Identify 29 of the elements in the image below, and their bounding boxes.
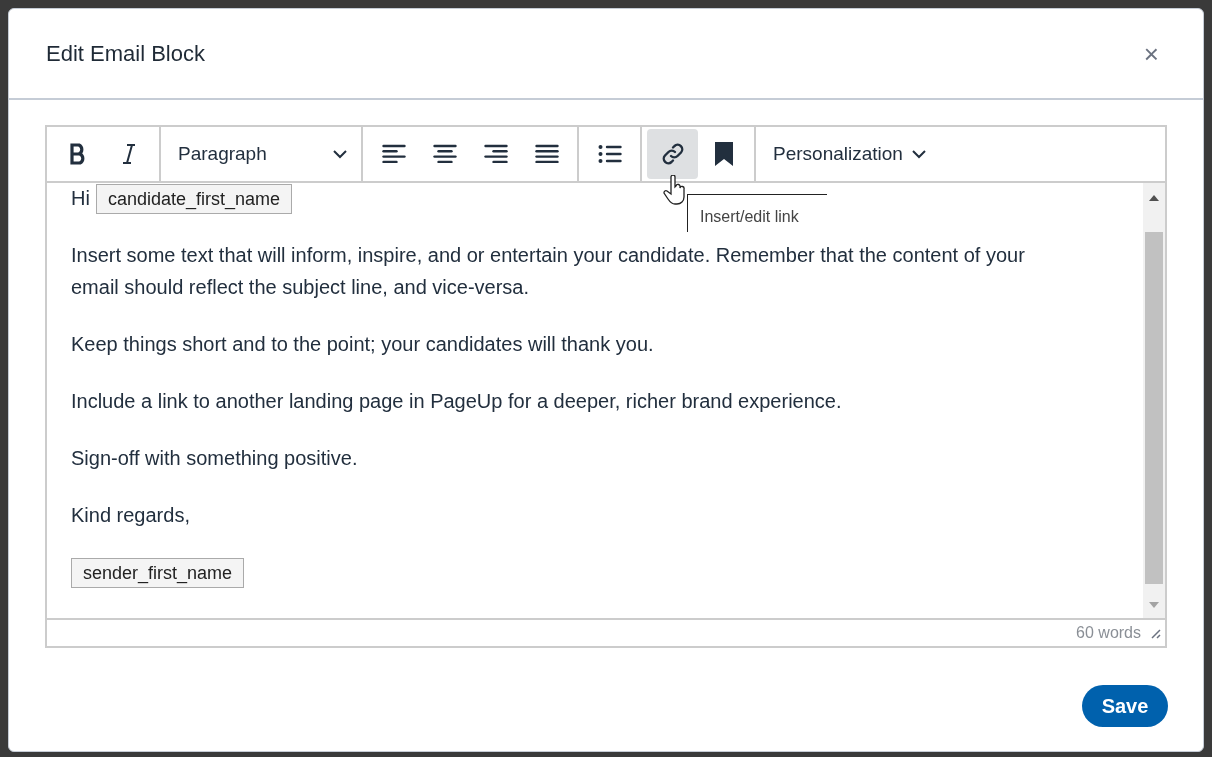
greeting-text: Hi xyxy=(71,187,90,209)
link-icon xyxy=(660,142,685,166)
link-button[interactable] xyxy=(647,129,698,179)
paragraph: Keep things short and to the point; your candidates will thank you. xyxy=(71,332,654,357)
paragraph: Include a link to another landing page in PageUp for a deeper, richer brand experience. xyxy=(71,389,842,414)
chevron-down-icon xyxy=(910,149,927,159)
paragraph: Kind regards, xyxy=(71,503,190,528)
align-left-icon xyxy=(381,143,406,165)
align-center-icon xyxy=(432,143,457,165)
save-button[interactable]: Save xyxy=(1082,685,1168,727)
paragraph: Insert some text that will inform, inspire, and or entertain your candidate. Remember that the content of your email should reflect the subject line, and vice-versa. xyxy=(71,243,1026,300)
scroll-down-icon xyxy=(1149,602,1159,608)
paragraph: Sign-off with something positive. xyxy=(71,446,358,471)
dialog-title: Edit Email Block xyxy=(46,40,205,68)
bookmark-icon xyxy=(713,141,734,167)
close-button[interactable]: × xyxy=(1143,40,1159,67)
align-justify-icon xyxy=(534,143,559,165)
align-right-icon xyxy=(483,143,508,165)
merge-field-tag: sender_first_name xyxy=(71,558,245,588)
bullet-list-icon xyxy=(597,143,622,165)
word-count: 60 words xyxy=(1076,623,1141,643)
tooltip: Insert/edit link xyxy=(687,194,827,232)
chevron-down-icon xyxy=(332,149,348,159)
paragraph-dropdown[interactable]: Paragraph xyxy=(166,131,356,177)
merge-field-tag: candidate_first_name xyxy=(95,184,292,214)
resize-handle-icon[interactable] xyxy=(1149,627,1161,639)
personalization-menu[interactable]: Personalization xyxy=(761,131,935,177)
scroll-up-icon xyxy=(1149,195,1159,201)
italic-icon xyxy=(120,143,137,165)
